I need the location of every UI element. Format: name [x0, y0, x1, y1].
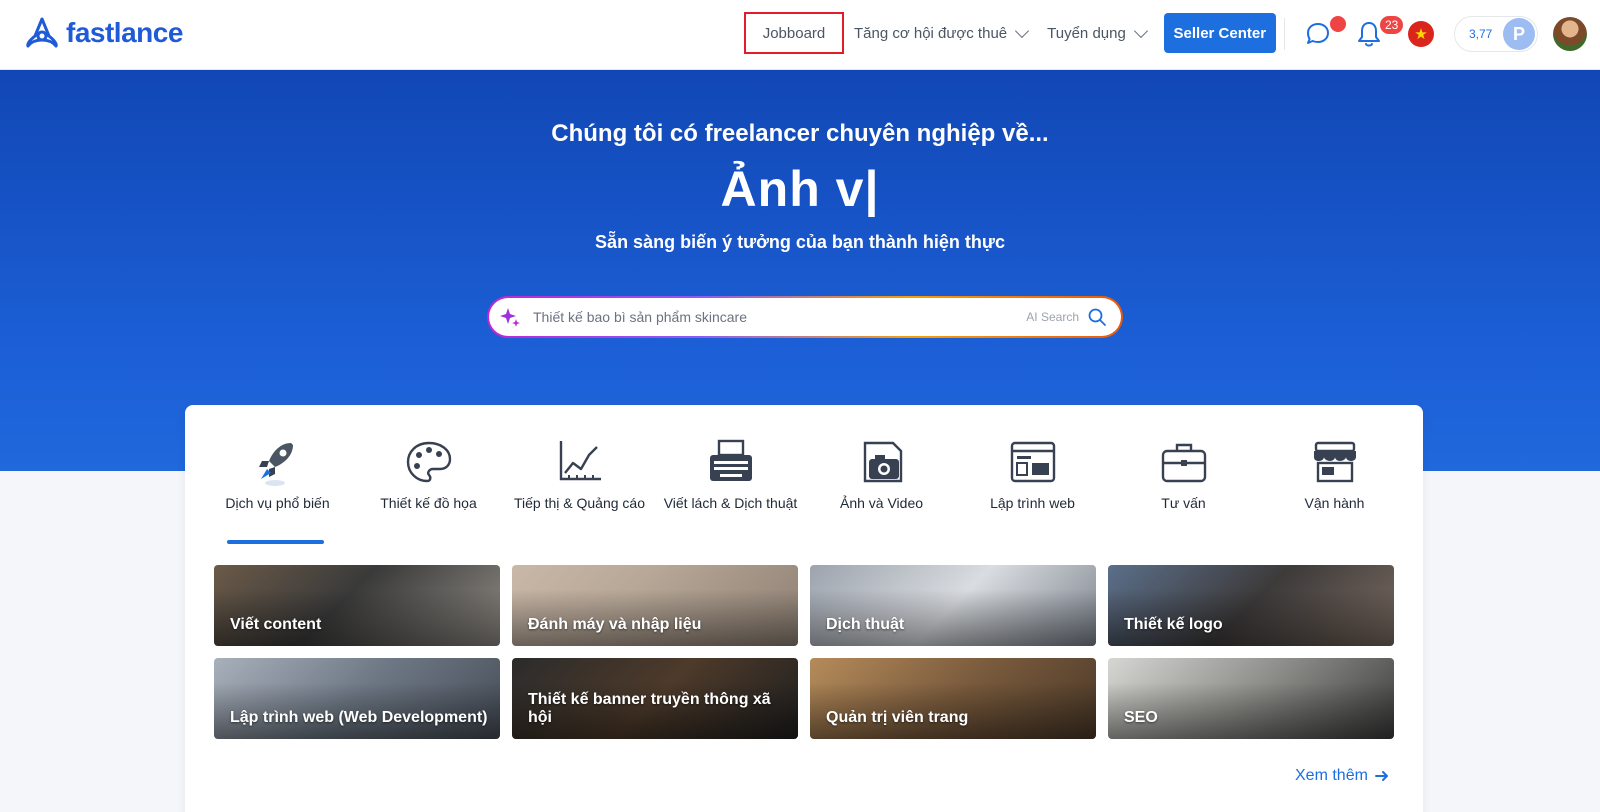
service-tile-label: Quản trị viên trang — [826, 709, 969, 726]
nav-recruitment-label: Tuyển dụng — [1047, 24, 1126, 42]
category-tab-operations[interactable]: Vận hành — [1259, 435, 1410, 545]
service-tile-web-development[interactable]: Lập trình web (Web Development) — [214, 658, 500, 739]
category-label: Tư vấn — [1161, 495, 1206, 511]
category-label: Ảnh và Video — [839, 495, 924, 511]
points-value: 3,77 — [1469, 27, 1493, 41]
points-balance[interactable]: 3,77 P — [1454, 16, 1538, 52]
nav-jobboard-label: Jobboard — [762, 24, 826, 42]
points-avatar: P — [1503, 18, 1535, 50]
sparkle-icon — [500, 308, 520, 327]
briefcase-icon — [1161, 443, 1206, 483]
category-label: Tiếp thị & Quảng cáo — [513, 495, 645, 511]
main-nav: Jobboard Tăng cơ hội được thuê Tuyển dụn… — [744, 12, 1276, 54]
category-label: Viết lách & Dịch thuật — [663, 495, 798, 511]
category-tab-web-development[interactable]: Lập trình web — [957, 435, 1108, 545]
service-tile-label: Dịch thuật — [826, 616, 905, 633]
service-tile-label: Đánh máy và nhập liệu — [528, 616, 702, 633]
store-icon — [1313, 441, 1356, 483]
category-label: Lập trình web — [990, 495, 1075, 511]
service-tile-label: SEO — [1124, 709, 1158, 726]
category-label: Vận hành — [1304, 495, 1365, 511]
see-more-link[interactable]: Xem thêm — [1295, 767, 1390, 785]
service-tile-seo[interactable]: SEO — [1108, 658, 1394, 739]
top-header: fastlance Jobboard Tăng cơ hội được thuê… — [0, 0, 1600, 70]
service-tile-label: Thiết kế logo — [1124, 616, 1223, 633]
service-tile-page-admin[interactable]: Quản trị viên trang — [810, 658, 1096, 739]
nav-opportunities-label: Tăng cơ hội được thuê — [854, 24, 1008, 42]
service-tile-social-banner-design[interactable]: Thiết kế banner truyền thông xã hội — [512, 658, 798, 739]
category-tab-marketing[interactable]: Tiếp thị & Quảng cáo — [504, 435, 655, 545]
service-tile-content-writing[interactable]: Viết content — [214, 565, 500, 646]
chevron-down-icon — [1133, 23, 1148, 39]
category-tab-consulting[interactable]: Tư vấn — [1108, 435, 1259, 545]
see-more-label: Xem thêm — [1295, 767, 1368, 784]
palette-icon — [406, 441, 451, 483]
rocket-icon — [258, 443, 293, 486]
category-label: Thiết kế đồ họa — [380, 495, 477, 511]
ai-search-label: AI Search — [1026, 310, 1079, 324]
browser-icon — [1010, 441, 1055, 483]
service-tile-translation[interactable]: Dịch thuật — [810, 565, 1096, 646]
camera-icon — [863, 441, 902, 483]
category-tab-writing-translation[interactable]: Viết lách & Dịch thuật — [655, 435, 806, 545]
notification-count-badge: 23 — [1380, 16, 1404, 34]
hero-subtitle: Chúng tôi có freelancer chuyên nghiệp về… — [551, 120, 1049, 147]
fastlance-logo[interactable]: fastlance — [24, 16, 183, 50]
service-tile-label: Viết content — [230, 616, 322, 633]
search-icon[interactable] — [1087, 307, 1107, 327]
seller-center-button[interactable]: Seller Center — [1163, 13, 1276, 53]
avatar[interactable] — [1553, 17, 1587, 51]
service-tile-typing-data-entry[interactable]: Đánh máy và nhập liệu — [512, 565, 798, 646]
hero-title: Ảnh v| — [720, 161, 880, 217]
ai-search-bar: AI Search — [487, 296, 1123, 338]
service-tile-label: Thiết kế banner truyền thông xã hội — [528, 691, 771, 726]
category-tabs: Dịch vụ phổ biến Thiết kế đồ họa Tiếp th… — [185, 435, 1423, 545]
category-tab-graphic-design[interactable]: Thiết kế đồ họa — [353, 435, 504, 545]
vietnam-flag-icon[interactable]: ★ — [1408, 21, 1434, 47]
category-tab-popular[interactable]: Dịch vụ phổ biến — [202, 435, 353, 545]
services-card: Dịch vụ phổ biến Thiết kế đồ họa Tiếp th… — [185, 405, 1423, 812]
brand-name: fastlance — [66, 17, 183, 48]
category-tab-photo-video[interactable]: Ảnh và Video — [806, 435, 957, 545]
active-tab-indicator — [227, 540, 324, 544]
header-divider — [1284, 18, 1285, 50]
category-label: Dịch vụ phổ biến — [225, 495, 330, 511]
service-tile-logo-design[interactable]: Thiết kế logo — [1108, 565, 1394, 646]
service-tile-label: Lập trình web (Web Development) — [230, 709, 488, 726]
chevron-down-icon — [1015, 23, 1030, 39]
fastlance-logo-icon — [26, 17, 58, 48]
typewriter-icon — [709, 439, 752, 481]
arrow-right-icon — [1374, 771, 1388, 781]
ai-search-inner: AI Search — [489, 298, 1121, 336]
chat-unread-dot — [1330, 16, 1346, 32]
chart-icon — [559, 441, 601, 481]
nav-recruitment-dropdown[interactable]: Tuyển dụng — [1037, 12, 1156, 54]
nav-jobboard[interactable]: Jobboard — [744, 12, 844, 54]
chat-icon[interactable] — [1304, 20, 1332, 48]
bell-icon[interactable] — [1356, 20, 1382, 48]
search-input[interactable] — [533, 309, 1027, 325]
hero-tagline: Sẵn sàng biến ý tưởng của bạn thành hiện… — [595, 232, 1005, 252]
nav-opportunities-dropdown[interactable]: Tăng cơ hội được thuê — [844, 12, 1037, 54]
